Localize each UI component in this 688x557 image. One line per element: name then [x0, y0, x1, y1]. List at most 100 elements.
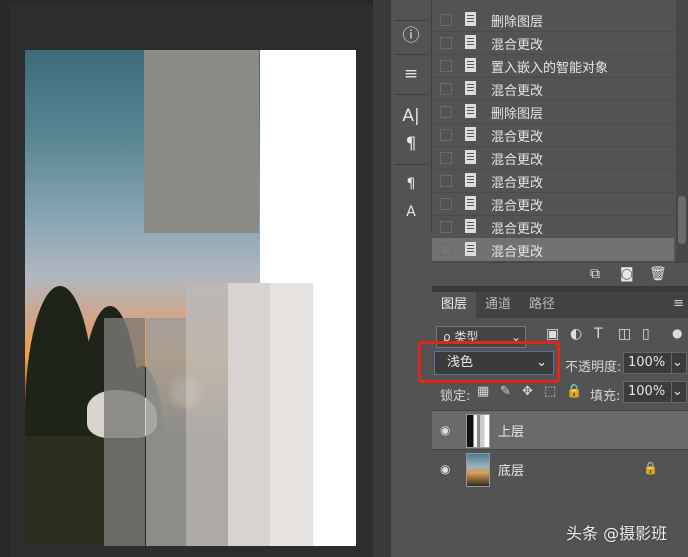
character-icon[interactable]: A|	[391, 104, 431, 128]
history-checkbox[interactable]	[440, 60, 452, 72]
history-item[interactable]: 混合更改	[432, 215, 674, 239]
visibility-eye-icon[interactable]: ◉	[440, 462, 450, 476]
image-filter-icon[interactable]: ▣	[546, 326, 559, 342]
paragraph-styles-icon[interactable]: ¶	[391, 172, 431, 196]
adjustment-filter-icon[interactable]: ◐	[570, 326, 582, 342]
visibility-eye-icon[interactable]: ◉	[440, 423, 450, 437]
lock-all-icon[interactable]: 🔒	[566, 384, 582, 399]
chevron-down-icon: ⌄	[672, 355, 683, 370]
fill-value: 100%	[628, 384, 666, 399]
history-item-label: 删除图层	[491, 15, 544, 30]
lock-artboard-icon[interactable]: ⬚	[544, 384, 556, 399]
opacity-dropdown[interactable]: ⌄	[671, 352, 687, 374]
filter-toggle-icon[interactable]: ●	[672, 326, 682, 340]
history-item[interactable]: 混合更改	[432, 169, 674, 193]
watermark: 头条 @摄影班	[566, 524, 668, 543]
history-checkbox[interactable]	[440, 106, 452, 118]
document-icon	[465, 81, 476, 95]
document-icon	[465, 127, 476, 141]
document-icon	[465, 150, 476, 164]
lock-position-icon[interactable]: ✥	[522, 384, 533, 399]
history-item[interactable]: 删除图层	[432, 100, 674, 124]
document-icon	[465, 196, 476, 210]
history-item[interactable]: 混合更改	[432, 146, 674, 170]
gray-bar	[270, 283, 313, 546]
history-checkbox[interactable]	[440, 14, 452, 26]
history-checkbox[interactable]	[440, 198, 452, 210]
character-styles-icon[interactable]: A	[391, 200, 431, 224]
new-document-from-state-icon[interactable]: ⧉	[590, 266, 600, 282]
history-item-label: 置入嵌入的智能对象	[491, 61, 609, 76]
document-icon	[465, 242, 476, 256]
history-checkbox[interactable]	[440, 221, 452, 233]
history-item[interactable]: 置入嵌入的智能对象	[432, 54, 674, 78]
history-scrollbar[interactable]	[676, 0, 688, 262]
document-icon	[465, 12, 476, 26]
properties-icon[interactable]: ≡	[391, 62, 431, 86]
tab-layers[interactable]: 图层	[432, 292, 476, 318]
scrollbar-thumb[interactable]	[678, 196, 686, 244]
history-footer: ⧉ ◙ 🗑	[432, 262, 688, 287]
history-checkbox[interactable]	[440, 175, 452, 187]
image-canvas[interactable]	[25, 50, 356, 546]
history-item[interactable]: 删除图层	[432, 8, 674, 32]
strip-divider	[395, 54, 427, 55]
trash-icon[interactable]: 🗑	[649, 266, 667, 282]
tab-paths[interactable]: 路径	[522, 292, 562, 318]
panel-divider[interactable]	[373, 0, 391, 557]
gray-bar	[104, 318, 145, 546]
lock-paint-icon[interactable]: ✎	[500, 384, 511, 399]
layer-thumbnail	[466, 453, 490, 487]
paragraph-icon[interactable]: ¶	[391, 132, 431, 156]
info-icon[interactable]: ⓘ	[391, 24, 431, 48]
history-item-label: 混合更改	[491, 199, 544, 214]
history-item-label: 混合更改	[491, 222, 544, 237]
layer-row-base[interactable]: ◉ 底层 🔒	[432, 449, 688, 488]
document-icon	[465, 173, 476, 187]
gray-bar	[144, 50, 259, 233]
fill-dropdown[interactable]: ⌄	[671, 381, 687, 403]
history-item[interactable]: 混合更改	[432, 77, 674, 101]
history-item-label: 删除图层	[491, 107, 544, 122]
history-panel: 删除图层 混合更改 置入嵌入的智能对象 混合更改 删除图层 混合更改 混合更改 …	[432, 0, 688, 262]
shape-filter-icon[interactable]: ◫	[618, 326, 631, 342]
lock-transparent-icon[interactable]: ▦	[477, 384, 489, 399]
opacity-input[interactable]: 100%	[623, 352, 673, 374]
history-checkbox[interactable]	[440, 152, 452, 164]
layer-row-upper[interactable]: ◉ 上层	[432, 410, 688, 449]
history-item-selected[interactable]: 混合更改	[432, 238, 674, 262]
gray-bar	[146, 318, 186, 546]
history-checkbox[interactable]	[440, 37, 452, 49]
opacity-value: 100%	[628, 355, 666, 370]
layers-tab-bar: 图层 通道 路径 ≡	[432, 292, 688, 318]
history-item[interactable]: 混合更改	[432, 123, 674, 147]
tab-channels[interactable]: 通道	[478, 292, 518, 318]
layer-name: 上层	[498, 425, 525, 440]
canvas-area[interactable]	[0, 0, 373, 557]
camera-icon[interactable]: ◙	[620, 266, 634, 282]
lock-icon: 🔒	[643, 461, 658, 475]
smart-object-filter-icon[interactable]: ▯	[642, 326, 650, 342]
gray-bar	[186, 283, 228, 546]
blend-mode-highlight-annotation	[418, 341, 560, 383]
history-item-label: 混合更改	[491, 130, 544, 145]
history-item-label: 混合更改	[491, 153, 544, 168]
panel-icon-strip: ⓘ ≡ A| ¶ ¶ A	[391, 0, 432, 232]
history-checkbox[interactable]	[440, 83, 452, 95]
type-filter-icon[interactable]: T	[594, 326, 603, 342]
history-item[interactable]: 混合更改	[432, 31, 674, 55]
history-checkbox[interactable]	[440, 244, 452, 256]
fill-input[interactable]: 100%	[623, 381, 673, 403]
history-checkbox[interactable]	[440, 129, 452, 141]
opacity-label: 不透明度:	[565, 360, 622, 375]
strip-divider	[395, 20, 427, 21]
history-item-label: 混合更改	[491, 245, 544, 260]
history-item-label: 混合更改	[491, 176, 544, 191]
history-item-label: 混合更改	[491, 38, 544, 53]
history-item[interactable]: 混合更改	[432, 192, 674, 216]
strip-divider	[395, 94, 427, 95]
panel-menu-icon[interactable]: ≡	[673, 296, 684, 311]
document-icon	[465, 104, 476, 118]
document-icon	[465, 58, 476, 72]
fill-label: 填充:	[590, 389, 621, 404]
